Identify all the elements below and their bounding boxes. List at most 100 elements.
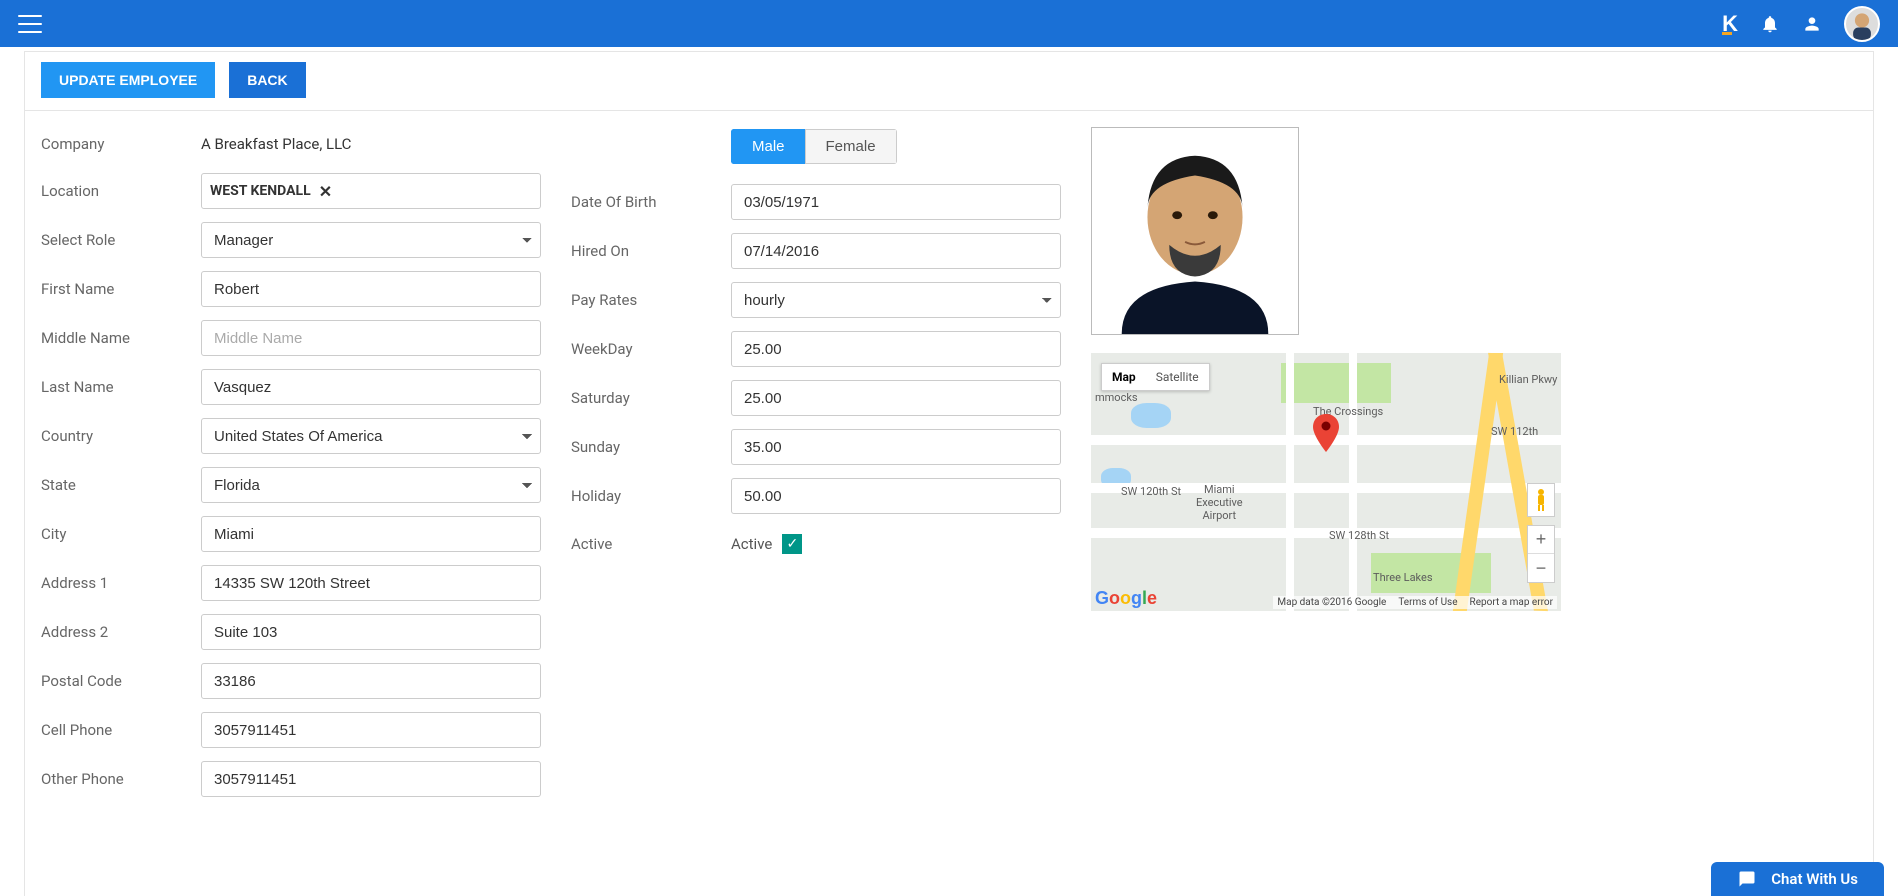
row-weekday: WeekDay [571,331,1061,367]
update-employee-button[interactable]: UPDATE EMPLOYEE [41,62,215,98]
state-select[interactable]: Florida [201,467,541,503]
chat-widget[interactable]: Chat With Us [1711,862,1884,896]
postal-input[interactable] [201,663,541,699]
top-nav-bar: K [0,0,1898,47]
brand-logo[interactable]: K [1722,11,1738,37]
back-button[interactable]: BACK [229,62,305,98]
google-logo: Google [1095,588,1157,609]
gender-male-button[interactable]: Male [731,129,805,164]
row-hired: Hired On [571,233,1061,269]
sunday-input[interactable] [731,429,1061,465]
label-active: Active [571,535,731,553]
gender-toggle: Male Female [731,129,897,164]
last-name-input[interactable] [201,369,541,405]
label-country: Country [41,427,201,445]
map-label-sw112: SW 112th [1491,425,1538,438]
payrates-select[interactable]: hourly [731,282,1061,318]
location-chip-label: WEST KENDALL [210,183,311,199]
row-last-name: Last Name [41,369,541,405]
map-label-hammocks: mmocks [1095,391,1138,404]
label-cell-phone: Cell Phone [41,721,201,739]
country-select[interactable]: United States Of America [201,418,541,454]
cell-phone-input[interactable] [201,712,541,748]
map-label-sw120: SW 120th St [1121,485,1181,498]
weekday-input[interactable] [731,331,1061,367]
label-role: Select Role [41,231,201,249]
label-middle-name: Middle Name [41,329,201,347]
map-label-killian: Killian Pkwy [1499,373,1557,386]
page-content: UPDATE EMPLOYEE BACK Company A Breakfast… [0,47,1898,896]
row-saturday: Saturday [571,380,1061,416]
label-other-phone: Other Phone [41,770,201,788]
menu-icon[interactable] [18,15,42,33]
location-chips[interactable]: WEST KENDALL ✕ [201,173,541,209]
row-role: Select Role Manager [41,222,541,258]
map-pegman-icon[interactable] [1527,483,1555,517]
gender-female-button[interactable]: Female [805,129,897,164]
role-select[interactable]: Manager [201,222,541,258]
hired-input[interactable] [731,233,1061,269]
chat-label: Chat With Us [1771,870,1858,888]
row-first-name: First Name [41,271,541,307]
row-holiday: Holiday [571,478,1061,514]
label-state: State [41,476,201,494]
label-holiday: Holiday [571,487,731,505]
row-other-phone: Other Phone [41,761,541,797]
middle-name-input[interactable] [201,320,541,356]
map-zoom-in[interactable]: + [1528,526,1554,554]
label-dob: Date Of Birth [571,193,731,211]
holiday-input[interactable] [731,478,1061,514]
map-type-satellite[interactable]: Satellite [1146,364,1209,390]
map-report-link[interactable]: Report a map error [1470,597,1553,608]
active-text: Active [731,535,772,553]
first-name-input[interactable] [201,271,541,307]
map-zoom-out[interactable]: − [1528,554,1554,582]
value-company: A Breakfast Place, LLC [201,135,351,153]
row-city: City [41,516,541,552]
map-type-map[interactable]: Map [1102,364,1146,390]
card-body: Company A Breakfast Place, LLC Location … [25,111,1873,810]
row-middle-name: Middle Name [41,320,541,356]
topbar-right: K [1722,6,1880,42]
form-middle-column: Male Female Date Of Birth Hired On Pay R… [571,127,1061,573]
address2-input[interactable] [201,614,541,650]
city-input[interactable] [201,516,541,552]
address1-input[interactable] [201,565,541,601]
row-payrates: Pay Rates hourly [571,282,1061,318]
map-terms-link[interactable]: Terms of Use [1398,597,1457,608]
active-checkbox[interactable]: ✓ [782,534,802,554]
location-map[interactable]: mmocks The Crossings Three Lakes Miami E… [1091,353,1561,611]
bell-icon[interactable] [1760,14,1780,34]
form-left-column: Company A Breakfast Place, LLC Location … [41,127,541,810]
label-city: City [41,525,201,543]
row-country: Country United States Of America [41,418,541,454]
form-right-column: mmocks The Crossings Three Lakes Miami E… [1091,127,1857,611]
row-company: Company A Breakfast Place, LLC [41,127,541,160]
remove-chip-icon[interactable]: ✕ [319,182,332,201]
label-address1: Address 1 [41,574,201,592]
label-last-name: Last Name [41,378,201,396]
location-chip: WEST KENDALL ✕ [210,182,332,201]
map-pin-icon [1313,414,1339,456]
row-sunday: Sunday [571,429,1061,465]
row-postal: Postal Code [41,663,541,699]
dob-input[interactable] [731,184,1061,220]
label-weekday: WeekDay [571,340,731,358]
saturday-input[interactable] [731,380,1061,416]
label-location: Location [41,182,201,200]
row-dob: Date Of Birth [571,184,1061,220]
map-zoom-controls: + − [1527,525,1555,583]
label-hired: Hired On [571,242,731,260]
map-credits: Map data ©2016 Google [1277,597,1386,608]
map-label-airport: Miami Executive Airport [1196,483,1243,522]
row-address2: Address 2 [41,614,541,650]
other-phone-input[interactable] [201,761,541,797]
employee-card: UPDATE EMPLOYEE BACK Company A Breakfast… [24,51,1874,896]
row-address1: Address 1 [41,565,541,601]
user-icon[interactable] [1802,14,1822,34]
label-saturday: Saturday [571,389,731,407]
user-avatar[interactable] [1844,6,1880,42]
row-location: Location WEST KENDALL ✕ [41,173,541,209]
employee-photo[interactable] [1091,127,1299,335]
label-first-name: First Name [41,280,201,298]
